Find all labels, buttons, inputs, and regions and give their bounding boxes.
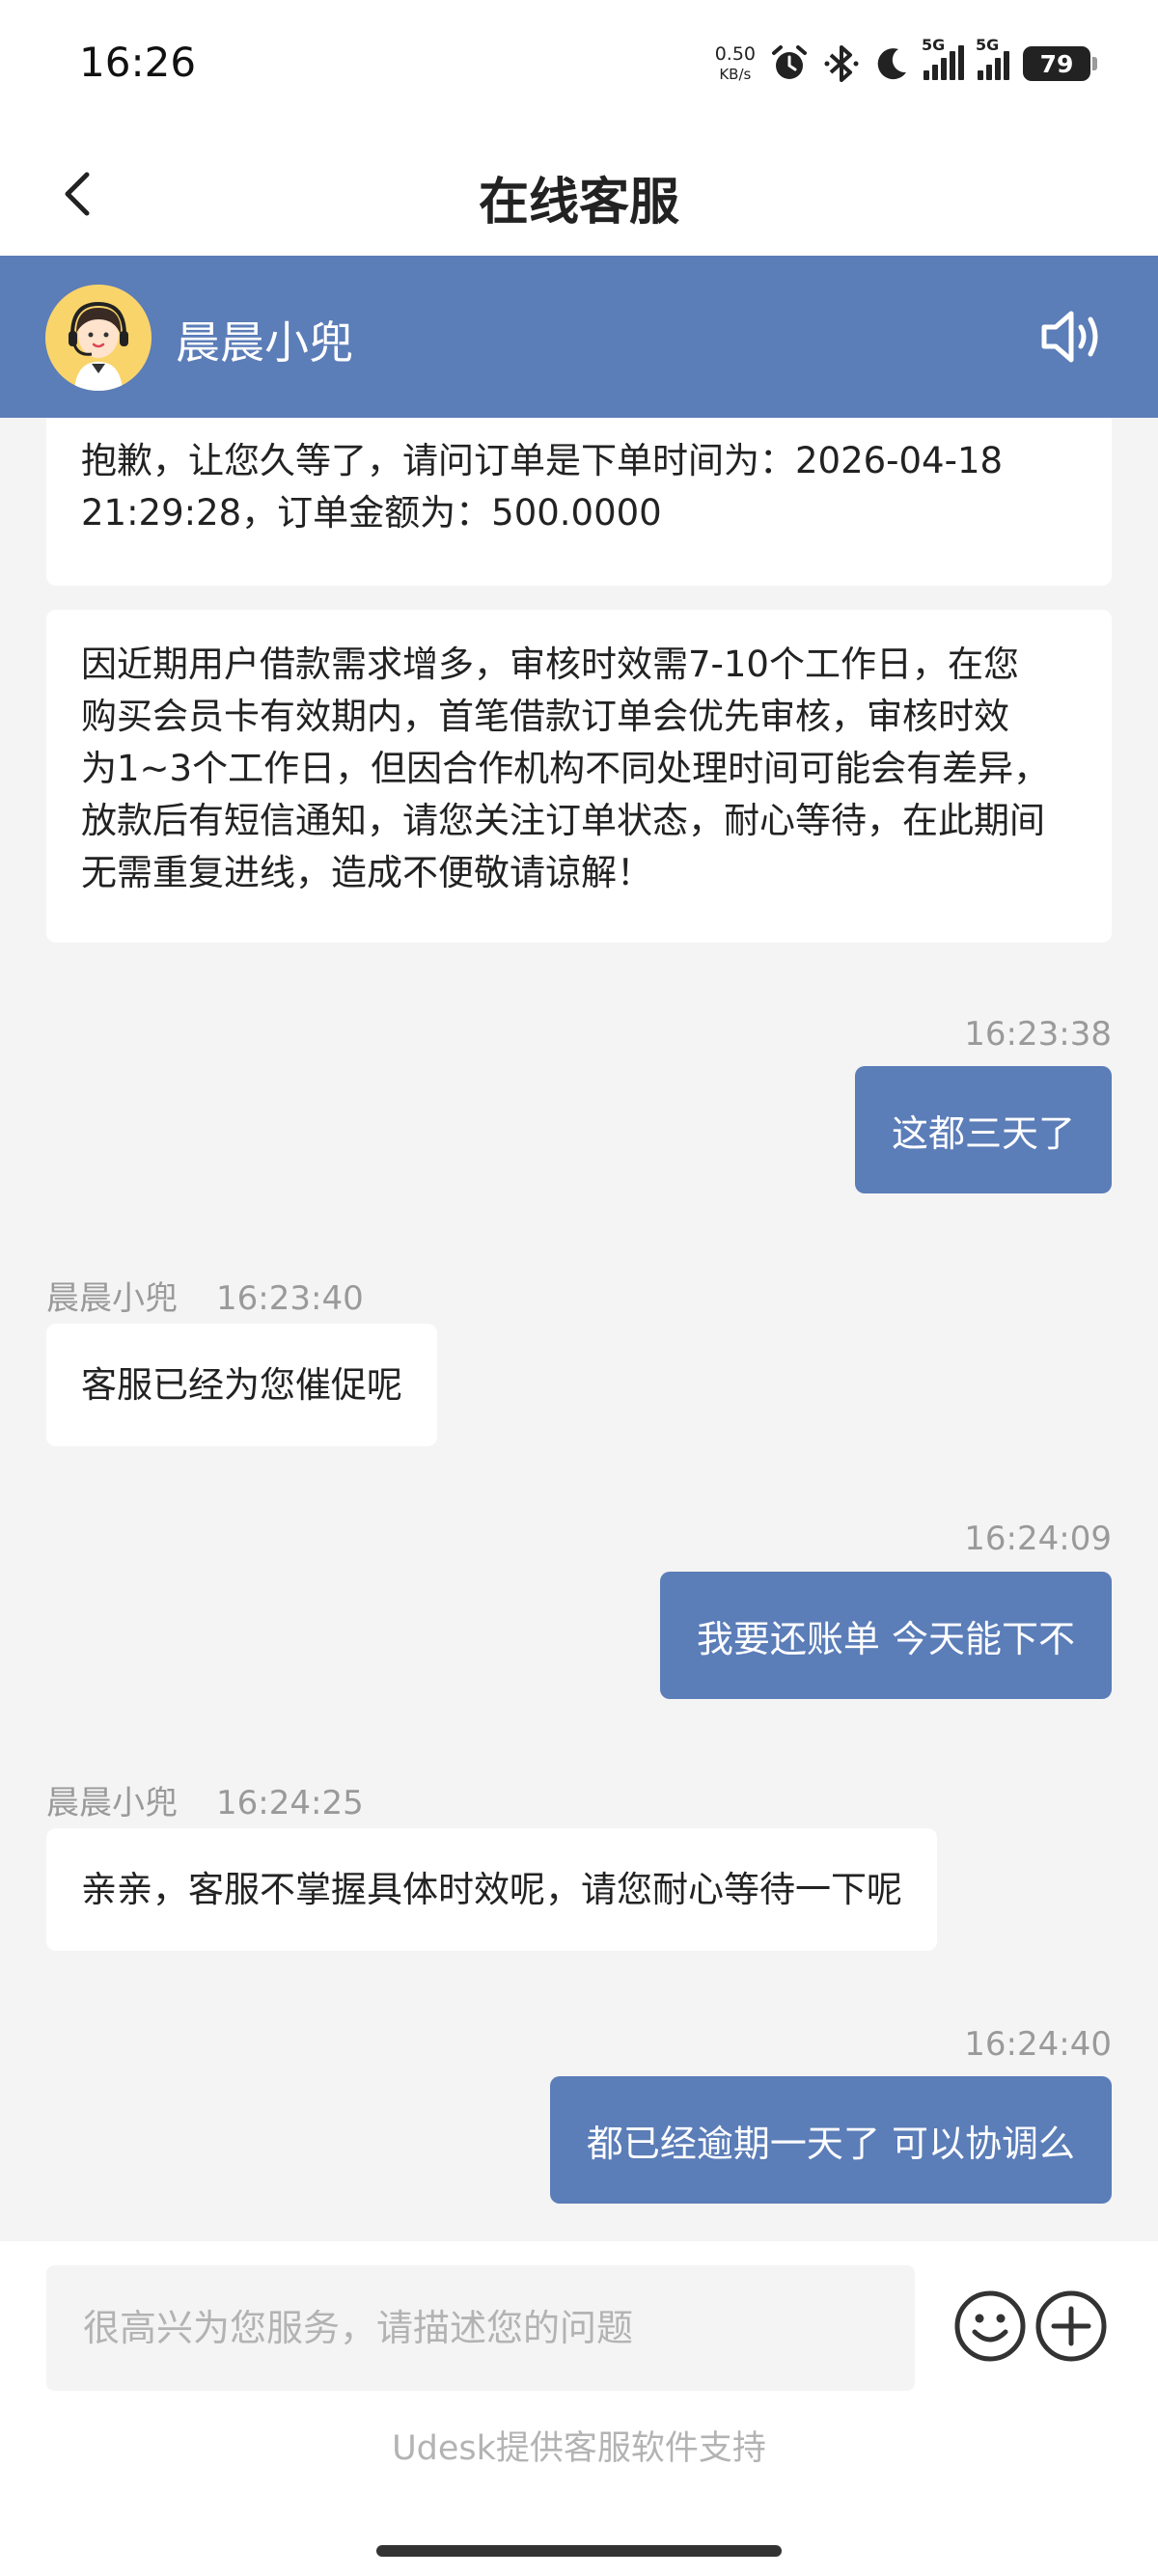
network-speed: 0.50 KB/s	[715, 45, 756, 82]
signal-icon-2: 5G	[976, 36, 1009, 80]
agent-message-bubble: 客服已经为您催促呢	[46, 1324, 437, 1446]
powered-by-text: Udesk提供客服软件支持	[392, 2429, 766, 2468]
home-indicator[interactable]	[376, 2545, 782, 2557]
message-list[interactable]: 抱歉，让您久等了，请问订单是下单时间为：2026-04-18 21:29:28，…	[0, 418, 1158, 2241]
message-text: 亲亲，客服不掌握具体时效呢，请您耐心等待一下呢	[81, 1868, 902, 1910]
message-text: 这都三天了	[891, 1111, 1075, 1155]
status-icons: 0.50 KB/s 5G 5G 79	[715, 36, 1097, 91]
message-input[interactable]	[46, 2265, 915, 2391]
bluetooth-icon	[824, 45, 859, 82]
message-meta: 晨晨小兜 16:24:25	[46, 1776, 364, 1823]
agent-avatar	[45, 285, 152, 391]
composer: Udesk提供客服软件支持	[0, 2241, 1158, 2576]
emoji-button[interactable]	[953, 2289, 1027, 2363]
status-time: 16:26	[79, 39, 197, 86]
chat-screen: 16:26 0.50 KB/s 5G 5G 79 在线客服 晨晨小兜 抱歉，让您…	[0, 0, 1158, 2576]
agent-avatar-illustration	[45, 285, 152, 391]
message-timestamp: 16:23:38	[964, 1015, 1112, 1054]
navigation-bar: 在线客服	[0, 130, 1158, 256]
signal-1-label: 5G	[922, 36, 946, 54]
message-timestamp: 16:23:40	[216, 1279, 364, 1318]
plus-circle-icon	[1035, 2290, 1107, 2362]
agent-message-bubble: 亲亲，客服不掌握具体时效呢，请您耐心等待一下呢	[46, 1828, 937, 1951]
message-line: 因近期用户借款需求增多，审核时效需7-10个工作日，在您	[81, 644, 1019, 685]
page-title: 在线客服	[478, 174, 679, 232]
battery-level: 79	[1039, 49, 1074, 78]
message-line: 为1~3个工作日，但因合作机构不同处理时间可能会有差异，	[81, 748, 1050, 789]
message-timestamp: 16:24:25	[216, 1784, 364, 1822]
agent-name: 晨晨小兜	[176, 316, 353, 369]
signal-icon-1: 5G	[922, 36, 964, 80]
speaker-icon	[1041, 311, 1098, 363]
network-speed-value: 0.50	[714, 43, 756, 65]
status-bar: 16:26 0.50 KB/s 5G 5G 79	[0, 0, 1158, 130]
message-timestamp: 16:24:09	[964, 1520, 1112, 1558]
network-speed-unit: KB/s	[719, 66, 752, 83]
user-message-bubble: 我要还账单 今天能下不	[659, 1572, 1112, 1699]
message-line: 21:29:28，订单金额为：500.0000	[81, 492, 662, 534]
sender-name: 晨晨小兜	[46, 1784, 178, 1822]
message-line: 放款后有短信通知，请您关注订单状态，耐心等待，在此期间	[81, 800, 1045, 841]
smiley-icon	[954, 2290, 1026, 2362]
message-line: 购买会员卡有效期内，首笔借款订单会优先审核，审核时效	[81, 696, 1009, 737]
message-text: 我要还账单 今天能下不	[696, 1617, 1075, 1660]
message-text: 客服已经为您催促呢	[81, 1363, 402, 1406]
moon-icon	[877, 48, 906, 80]
sender-name: 晨晨小兜	[46, 1279, 178, 1318]
user-message-bubble: 都已经逾期一天了 可以协调么	[549, 2076, 1112, 2204]
message-text: 都已经逾期一天了 可以协调么	[586, 2122, 1075, 2165]
message-line: 无需重复进线，造成不便敬请谅解！	[81, 852, 652, 893]
agent-message-bubble: 因近期用户借款需求增多，审核时效需7-10个工作日，在您 购买会员卡有效期内，首…	[46, 610, 1112, 943]
signal-2-label: 5G	[976, 36, 1000, 54]
more-options-button[interactable]	[1034, 2289, 1108, 2363]
message-line: 抱歉，让您久等了，请问订单是下单时间为：2026-04-18	[81, 440, 1004, 481]
sound-toggle-button[interactable]	[1038, 304, 1110, 370]
user-message-bubble: 这都三天了	[854, 1066, 1112, 1193]
agent-message-bubble: 抱歉，让您久等了，请问订单是下单时间为：2026-04-18 21:29:28，…	[46, 418, 1112, 586]
battery-icon: 79	[1023, 46, 1097, 81]
message-meta: 晨晨小兜 16:23:40	[46, 1272, 364, 1319]
agent-header: 晨晨小兜	[0, 256, 1158, 418]
alarm-icon	[772, 45, 807, 79]
message-timestamp: 16:24:40	[964, 2025, 1112, 2064]
